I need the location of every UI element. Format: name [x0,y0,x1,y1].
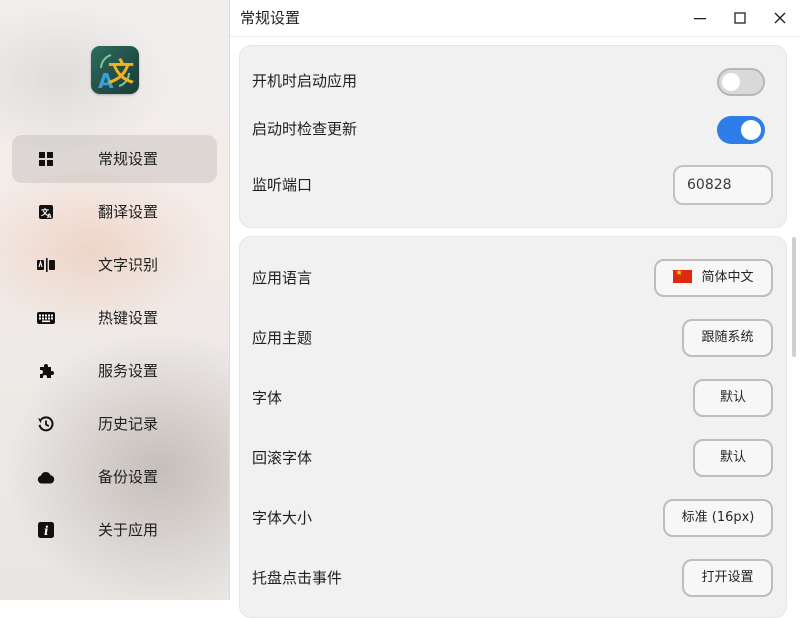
ocr-icon [37,256,55,274]
info-icon: i [37,521,55,539]
title-bar: 常规设置 [230,0,800,36]
general-card: 开机时启动应用 启动时检查更新 监听端口 [239,45,787,228]
svg-text:A: A [47,213,52,220]
translate-icon: 文A [37,203,55,221]
startup-toggle[interactable] [717,68,765,96]
font-size-value: 标准 (16px) [681,510,755,525]
settings-panel: 开机时启动应用 启动时检查更新 监听端口 应用语言 简体中文 应用主题 跟随系统… [230,36,800,618]
cloud-icon [37,468,55,486]
theme-value: 跟随系统 [701,330,754,345]
maximize-button[interactable] [720,0,760,36]
svg-text:文: 文 [108,57,135,88]
sidebar-item-label: 历史记录 [98,415,159,433]
window-title: 常规设置 [240,9,301,27]
close-button[interactable] [760,0,800,36]
china-flag-icon [673,267,693,283]
scrollbar[interactable] [792,237,796,357]
font-label: 字体 [252,389,283,407]
sidebar-item-general[interactable]: 常规设置 [12,135,217,183]
check-update-label: 启动时检查更新 [252,120,358,138]
sidebar-nav: 常规设置 文A 翻译设置 文字识别 热键设置 服务设置 历史记录 备份设置 i … [12,135,217,559]
fallback-font-label: 回滚字体 [252,449,313,467]
sidebar-item-label: 翻译设置 [98,203,159,221]
port-label: 监听端口 [252,176,313,194]
sidebar-item-label: 关于应用 [98,521,159,539]
sidebar-item-about[interactable]: i 关于应用 [12,506,217,554]
sidebar-item-label: 备份设置 [98,468,159,486]
theme-label: 应用主题 [252,329,313,347]
startup-label: 开机时启动应用 [252,72,358,90]
tray-click-select[interactable]: 打开设置 [682,559,773,597]
fallback-font-value: 默认 [719,450,746,465]
font-size-label: 字体大小 [252,509,313,527]
minimize-button[interactable] [680,0,720,36]
minimize-icon [694,18,706,20]
tray-click-label: 托盘点击事件 [252,569,343,587]
font-select[interactable]: 默认 [693,379,773,417]
sidebar-item-label: 热键设置 [98,309,159,327]
sidebar-item-service[interactable]: 服务设置 [12,347,217,395]
sidebar-item-backup[interactable]: 备份设置 [12,453,217,501]
appearance-card: 应用语言 简体中文 应用主题 跟随系统 字体 默认 回滚字体 默认 字体大小 标… [239,236,787,618]
toggle-knob [722,73,740,91]
maximize-icon [734,12,746,24]
language-value: 简体中文 [701,270,754,285]
puzzle-icon [37,362,55,380]
translate-logo-icon: A 文 [91,46,139,94]
sidebar-item-history[interactable]: 历史记录 [12,400,217,448]
history-icon [37,415,55,433]
language-select[interactable]: 简体中文 [654,259,773,297]
tray-click-value: 打开设置 [701,570,754,585]
svg-text:i: i [44,524,49,538]
toggle-knob [741,120,761,140]
check-update-toggle[interactable] [717,116,765,144]
keyboard-icon [37,309,55,327]
sidebar-item-label: 服务设置 [98,362,159,380]
port-input[interactable] [673,165,773,205]
sidebar-item-translate[interactable]: 文A 翻译设置 [12,188,217,236]
grid-icon [37,150,55,168]
close-icon [774,12,786,24]
sidebar-item-label: 常规设置 [98,150,159,168]
sidebar-item-hotkey[interactable]: 热键设置 [12,294,217,342]
fallback-font-select[interactable]: 默认 [693,439,773,477]
sidebar-item-ocr[interactable]: 文字识别 [12,241,217,289]
font-value: 默认 [719,390,746,405]
font-size-select[interactable]: 标准 (16px) [663,499,773,537]
language-label: 应用语言 [252,269,313,287]
sidebar-item-label: 文字识别 [98,256,159,274]
theme-select[interactable]: 跟随系统 [682,319,773,357]
sidebar: A 文 常规设置 文A 翻译设置 文字识别 热键设置 服务设置 历史记录 备份设… [0,0,230,600]
